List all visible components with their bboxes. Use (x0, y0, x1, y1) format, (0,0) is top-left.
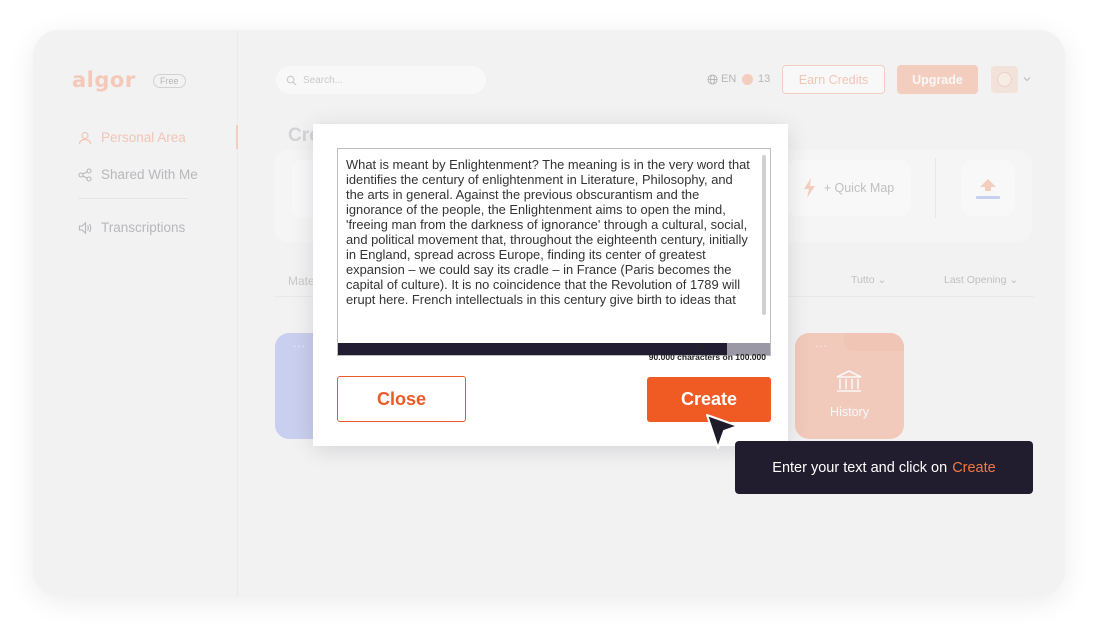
tooltip-highlight: Create (952, 459, 996, 476)
credits-counter: 13 (742, 73, 770, 85)
text-input-modal: What is meant by Enlightenment? The mean… (313, 124, 788, 446)
share-icon (78, 167, 92, 182)
sidebar-item-label: Transcriptions (101, 220, 186, 235)
sidebar-item-label: Shared With Me (101, 167, 198, 182)
credits-value: 13 (758, 73, 771, 85)
upload-button[interactable] (961, 160, 1015, 216)
bank-icon (836, 370, 862, 392)
hint-tooltip: Enter your text and click on Create (735, 441, 1033, 494)
tooltip-text: Enter your text and click on (772, 459, 948, 476)
sidebar-item-personal-area[interactable]: Personal Area (78, 130, 186, 145)
language-label: EN (721, 73, 737, 85)
app-logo: algor (72, 68, 136, 92)
avatar-face (997, 72, 1012, 87)
folder-card-history[interactable]: ··· History (795, 333, 904, 439)
character-count: 90.000 characters on 100.000 (648, 352, 766, 362)
earn-credits-button[interactable]: Earn Credits (782, 65, 885, 94)
text-input-area[interactable]: What is meant by Enlightenment? The mean… (337, 148, 771, 356)
close-button[interactable]: Close (337, 376, 466, 422)
panel-divider (935, 158, 936, 218)
sidebar-item-shared-with-me[interactable]: Shared With Me (78, 167, 198, 182)
sort-dropdown[interactable]: Last Opening ⌄ (944, 274, 1018, 286)
speaker-icon (78, 221, 92, 234)
active-indicator (236, 125, 238, 149)
sort-label: Last Opening (944, 274, 1007, 286)
folder-label: History (830, 405, 869, 419)
upgrade-button[interactable]: Upgrade (897, 65, 978, 94)
search-input[interactable]: Search... (276, 66, 486, 94)
folder-tab (844, 333, 904, 351)
quick-map-label: + Quick Map (823, 181, 895, 195)
text-input-content[interactable]: What is meant by Enlightenment? The mean… (346, 157, 754, 340)
more-icon[interactable]: ··· (293, 341, 306, 352)
more-icon[interactable]: ··· (815, 341, 828, 352)
lightning-icon (803, 178, 815, 198)
caret-up-icon (699, 344, 705, 349)
quick-map-button[interactable]: + Quick Map (785, 160, 911, 216)
user-icon (78, 131, 92, 144)
plan-badge: Free (153, 74, 186, 88)
scrollbar[interactable] (762, 155, 766, 315)
language-selector[interactable]: EN (707, 73, 736, 85)
globe-icon (707, 73, 718, 85)
chevron-down-icon: ⌄ (1009, 274, 1019, 286)
sidebar-divider (78, 198, 188, 199)
search-placeholder: Search... (303, 74, 344, 86)
filter-all-dropdown[interactable]: Tutto ⌄ (851, 274, 886, 286)
avatar[interactable] (991, 66, 1018, 93)
sidebar: algor Free Personal Area Shared With Me … (33, 30, 238, 596)
upload-icon (976, 179, 1000, 199)
tab-materials[interactable]: Mate (288, 274, 315, 288)
chevron-down-icon[interactable] (1022, 74, 1032, 84)
search-icon (286, 75, 297, 85)
chevron-down-icon: ⌄ (877, 274, 887, 286)
sidebar-item-label: Personal Area (101, 130, 186, 145)
coin-icon (742, 73, 753, 85)
filter-all-label: Tutto (851, 274, 875, 286)
sidebar-item-transcriptions[interactable]: Transcriptions (78, 220, 185, 235)
